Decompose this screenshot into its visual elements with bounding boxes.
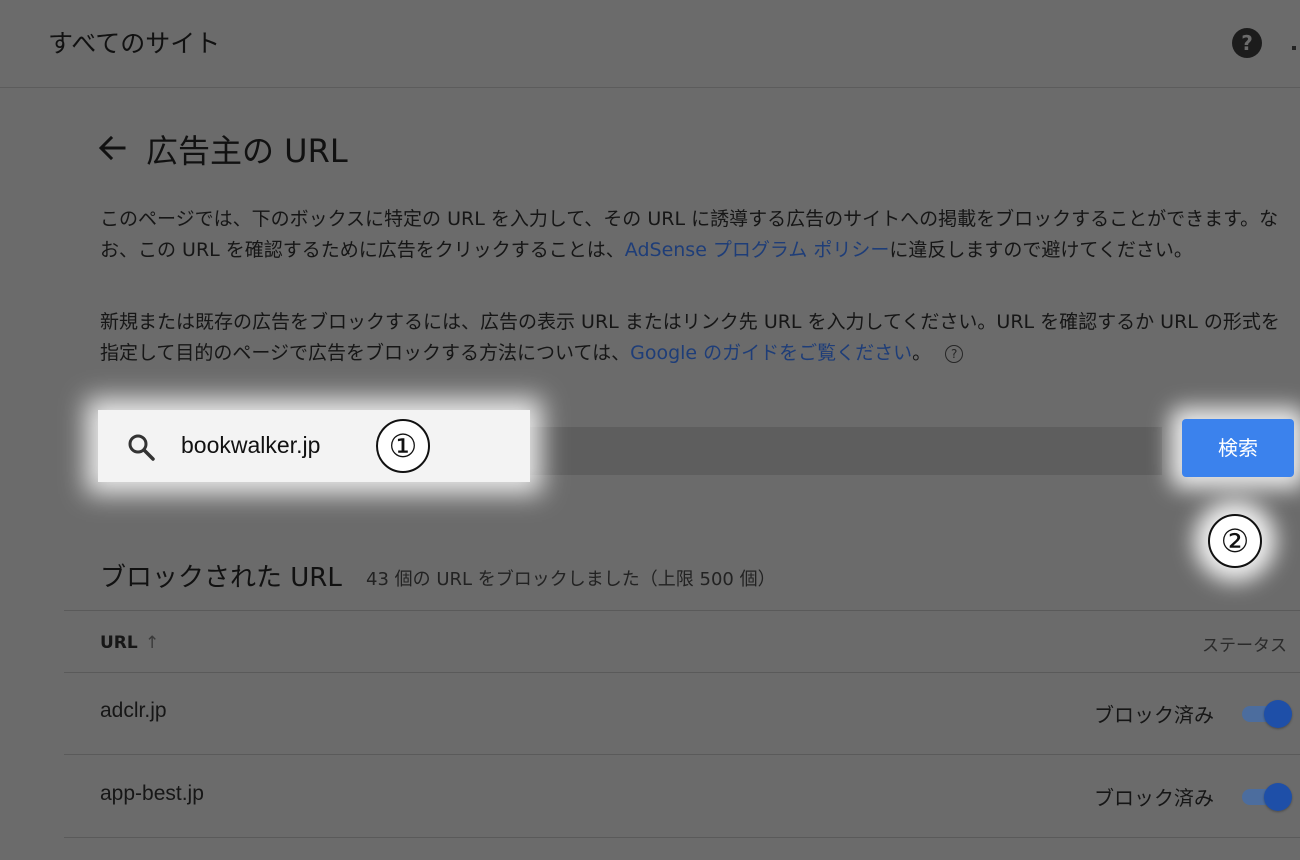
search-button[interactable]: 検索	[1182, 419, 1294, 477]
column-header-status: ステータス	[1202, 636, 1287, 656]
search-input[interactable]: bookwalker.jp	[98, 410, 530, 482]
row-url: app-best.jp	[100, 782, 204, 805]
page-title: 広告主の URL	[146, 132, 348, 170]
description-paragraph-1: このページでは、下のボックスに特定の URL を入力して、その URL に誘導す…	[100, 204, 1280, 266]
row-status: ブロック済み	[1094, 786, 1214, 810]
row-url: adclr.jp	[100, 699, 167, 722]
blocked-urls-count: 43 個の URL をブロックしました（上限 500 個）	[366, 569, 776, 590]
divider	[64, 610, 1300, 611]
adsense-policy-link[interactable]: AdSense プログラム ポリシー	[625, 239, 890, 261]
search-input-value[interactable]: bookwalker.jp	[181, 432, 320, 459]
block-toggle[interactable]	[1242, 782, 1296, 812]
description-text: に違反しますので避けてください。	[889, 239, 1193, 261]
description-paragraph-2: 新規または既存の広告をブロックするには、広告の表示 URL またはリンク先 UR…	[100, 307, 1280, 369]
search-icon	[126, 432, 156, 462]
help-circle-icon[interactable]: ?	[1232, 28, 1262, 58]
row-status: ブロック済み	[1094, 703, 1214, 727]
step-annotation-1: ①	[376, 419, 430, 473]
overflow-edge-icon	[1292, 46, 1296, 50]
top-bar: すべてのサイト ?	[0, 0, 1300, 88]
step-annotation-2: ②	[1208, 514, 1262, 568]
description-text: 。	[912, 342, 932, 364]
column-header-url[interactable]: URL	[100, 633, 138, 653]
blocked-urls-title: ブロックされた URL	[100, 563, 342, 593]
help-hint-icon[interactable]: ?	[945, 345, 964, 363]
google-guide-link[interactable]: Google のガイドをご覧ください	[630, 342, 912, 364]
toggle-knob	[1264, 783, 1292, 811]
search-field-track	[528, 427, 1162, 475]
arrow-left-icon[interactable]	[96, 128, 132, 168]
site-selector-title[interactable]: すべてのサイト	[48, 24, 220, 60]
divider	[64, 754, 1300, 755]
table-row: adclr.jp ブロック済み	[0, 673, 1300, 755]
block-toggle[interactable]	[1242, 699, 1296, 729]
toggle-knob	[1264, 700, 1292, 728]
table-row: app-best.jp ブロック済み	[0, 756, 1300, 838]
sort-ascending-icon[interactable]: ↑	[145, 633, 159, 653]
divider	[64, 837, 1300, 838]
